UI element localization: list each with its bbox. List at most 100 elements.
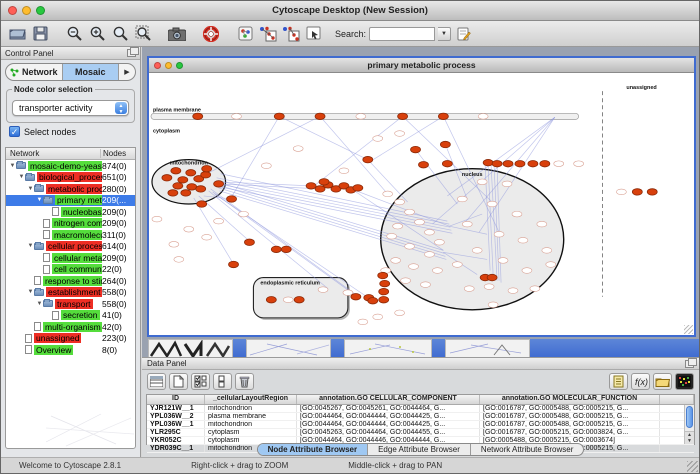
open-icon[interactable]: [7, 24, 27, 44]
float-panel-icon[interactable]: [685, 360, 694, 368]
zoom-in-icon[interactable]: [87, 24, 107, 44]
tree-column-header[interactable]: Network Nodes: [6, 148, 135, 160]
tree-row[interactable]: multi-organism pro42(0): [6, 321, 135, 333]
frame-resize-grip[interactable]: [684, 325, 693, 334]
tree-expander-icon[interactable]: ▼: [27, 289, 34, 295]
annotation-icon[interactable]: [304, 24, 324, 44]
search-dropdown-arrow[interactable]: ▼: [438, 27, 451, 41]
tree-row[interactable]: ▼metabolic process280(0): [6, 183, 135, 195]
tree-row-label: biological_process: [37, 172, 102, 182]
table-row[interactable]: YLR295Ccytoplasm[GO:0045263, GO:0044464,…: [147, 429, 694, 437]
attribute-grid-icon[interactable]: [147, 373, 166, 390]
tree-row[interactable]: ▼transport558(0): [6, 298, 135, 310]
table-column-header[interactable]: annotation.GO CELLULAR_COMPONENT: [297, 395, 480, 404]
table-row[interactable]: YPL036W__1mitochondrion[GO:0044464, GO:0…: [147, 421, 694, 429]
attribute-browser-tabs: Node Attribute BrowserEdge Attribute Bro…: [142, 443, 699, 456]
function-builder-icon[interactable]: f(x): [631, 373, 650, 390]
table-row[interactable]: YPL036W__2plasma membrane[GO:0044464, GO…: [147, 413, 694, 421]
background-window-fragment[interactable]: [445, 339, 530, 358]
snapshot-icon[interactable]: [167, 24, 187, 44]
background-window-border[interactable]: [432, 339, 445, 358]
tree-row[interactable]: nucleobase-209(0): [6, 206, 135, 218]
tree-expander-icon[interactable]: ▼: [27, 243, 34, 249]
tree-row[interactable]: ▼primary metabo209(...: [6, 195, 135, 207]
tab-mosaic[interactable]: Mosaic: [63, 64, 120, 80]
attribute-table[interactable]: ID_cellularLayoutRegionannotation.GO CEL…: [146, 394, 695, 445]
table-cell: [GO:0044464, GO:0044444, GO:0044425, G..…: [297, 421, 480, 428]
attribute-table-header[interactable]: ID_cellularLayoutRegionannotation.GO CEL…: [147, 395, 694, 405]
file-icon: [43, 219, 50, 228]
background-window-fragment[interactable]: [148, 339, 233, 358]
tab-overflow-arrow[interactable]: ▶: [119, 64, 135, 80]
scrollbar-thumb[interactable]: [686, 406, 693, 428]
zoom-selected-icon[interactable]: [110, 24, 130, 44]
node-color-select[interactable]: transporter activity ▲▼: [12, 100, 129, 116]
tree-row[interactable]: ▼cellular process614(0): [6, 241, 135, 253]
search-label: Search:: [335, 29, 366, 39]
table-column-header[interactable]: _cellularLayoutRegion: [205, 395, 297, 404]
tree-row[interactable]: ▼establishment of lo558(0): [6, 287, 135, 299]
background-window-border[interactable]: [233, 339, 246, 358]
new-attribute-icon[interactable]: [169, 373, 188, 390]
network-node: [405, 209, 415, 215]
network-frame-titlebar[interactable]: primary metabolic process: [149, 58, 694, 73]
tree-col-network: Network: [6, 149, 101, 158]
tab-node-attribute-browser[interactable]: Node Attribute Browser: [258, 444, 369, 455]
network-node: [339, 168, 349, 174]
zoom-fit-icon[interactable]: [133, 24, 153, 44]
table-vertical-scrollbar[interactable]: ▲▼: [684, 405, 694, 444]
vizmapper-icon[interactable]: [235, 24, 255, 44]
tab-network-attribute-browser[interactable]: Network Attribute Browser: [471, 444, 583, 455]
tree-row[interactable]: ▼biological_process651(0): [6, 172, 135, 184]
background-window-border[interactable]: [331, 339, 344, 358]
tree-row[interactable]: Overview8(0): [6, 344, 135, 356]
tree-row[interactable]: ▼mosaic-demo-yeast874(0): [6, 160, 135, 172]
table-row[interactable]: YJR121W__1mitochondrion[GO:0045267, GO:0…: [147, 405, 694, 413]
unselect-all-attributes-icon[interactable]: [213, 373, 232, 390]
tree-row[interactable]: macromolecule311(0): [6, 229, 135, 241]
window-resize-grip[interactable]: [687, 461, 698, 472]
matrix-icon[interactable]: [675, 373, 694, 390]
select-all-attributes-icon[interactable]: [191, 373, 210, 390]
network-node-selected-color: [540, 160, 550, 166]
background-window-fragment[interactable]: [246, 339, 331, 358]
network-node: [387, 233, 397, 239]
network-node: [232, 114, 242, 120]
tree-expander-icon[interactable]: ▼: [9, 163, 16, 169]
network-node: [464, 286, 474, 292]
tree-row[interactable]: unassigned223(0): [6, 333, 135, 345]
tree-expander-icon[interactable]: ▼: [27, 186, 34, 192]
network-node: [356, 114, 366, 120]
save-icon[interactable]: [30, 24, 50, 44]
destroy-view-icon[interactable]: [281, 24, 301, 44]
select-nodes-checkbox[interactable]: ✓: [9, 126, 20, 137]
table-column-header[interactable]: ID: [147, 395, 205, 404]
tree-row-node-count: 874(0): [102, 161, 135, 171]
background-window-fragment[interactable]: [344, 339, 432, 358]
background-window-border[interactable]: [530, 339, 699, 358]
tree-row[interactable]: cellular metabol209(0): [6, 252, 135, 264]
table-cell: [GO:0045263, GO:0044464, GO:0044455, G..…: [297, 429, 480, 436]
table-column-header[interactable]: annotation.GO MOLECULAR_FUNCTION: [480, 395, 660, 404]
network-view-frame[interactable]: primary metabolic process plasma membran…: [147, 56, 696, 337]
help-icon[interactable]: [201, 24, 221, 44]
tree-row[interactable]: response to stimul264(0): [6, 275, 135, 287]
search-input[interactable]: [369, 27, 435, 41]
network-canvas[interactable]: plasma membranecytoplasmmitochondrionnuc…: [149, 73, 694, 335]
tree-row[interactable]: secretion41(0): [6, 310, 135, 322]
delete-attribute-icon[interactable]: [235, 373, 254, 390]
network-node: [508, 288, 518, 294]
tree-expander-icon[interactable]: ▼: [36, 301, 43, 307]
float-panel-icon[interactable]: [127, 49, 136, 57]
tab-edge-attribute-browser[interactable]: Edge Attribute Browser: [368, 444, 471, 455]
create-view-icon[interactable]: [258, 24, 278, 44]
search-options-icon[interactable]: [454, 24, 474, 44]
tab-network[interactable]: Network: [6, 64, 63, 80]
tree-row[interactable]: cell communicat22(0): [6, 264, 135, 276]
tree-row[interactable]: nitrogen compo209(0): [6, 218, 135, 230]
tree-expander-icon[interactable]: ▼: [18, 174, 25, 180]
tree-expander-icon[interactable]: ▼: [36, 197, 43, 203]
attribute-list-icon[interactable]: [609, 373, 628, 390]
zoom-out-icon[interactable]: [64, 24, 84, 44]
import-attributes-icon[interactable]: [653, 373, 672, 390]
